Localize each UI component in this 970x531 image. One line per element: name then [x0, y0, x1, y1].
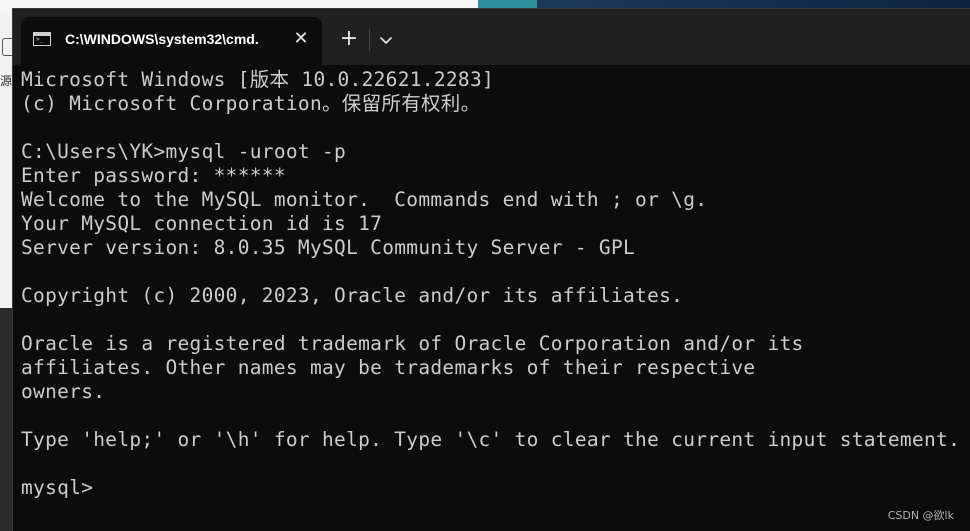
tab-cmd[interactable]: >_ C:\WINDOWS\system32\cmd. ✕	[21, 17, 322, 65]
new-tab-button[interactable]: +	[337, 27, 361, 51]
terminal-icon: >_	[33, 32, 51, 46]
chevron-down-icon[interactable]	[375, 29, 397, 51]
console-line: (c) Microsoft Corporation。保留所有权利。	[21, 92, 481, 115]
console-line: Enter password: ******	[21, 164, 286, 187]
console-line: Microsoft Windows [版本 10.0.22621.2283]	[21, 68, 495, 91]
console-line: C:\Users\YK>mysql -uroot -p	[21, 140, 347, 163]
tab-title: C:\WINDOWS\system32\cmd.	[65, 31, 259, 47]
background-text-fragment: 源	[0, 74, 12, 88]
console-line: owners.	[21, 380, 106, 403]
console-line: Copyright (c) 2000, 2023, Oracle and/or …	[21, 284, 684, 307]
tabbar-divider	[369, 29, 370, 51]
console-line: Type 'help;' or '\h' for help. Type '\c'…	[21, 428, 961, 451]
background-window-edge: 源	[0, 12, 13, 531]
console-prompt[interactable]: mysql>	[21, 476, 970, 500]
console-line: Server version: 8.0.35 MySQL Community S…	[21, 236, 636, 259]
console-line: Your MySQL connection id is 17	[21, 212, 383, 235]
console-output[interactable]: Microsoft Windows [版本 10.0.22621.2283] (…	[13, 65, 970, 531]
close-icon[interactable]: ✕	[289, 27, 313, 51]
watermark: CSDN @欲lk	[887, 509, 954, 522]
desktop: 源 >_ C:\WINDOWS\system32\cmd. ✕ + Micros…	[0, 0, 970, 531]
console-line: Welcome to the MySQL monitor. Commands e…	[21, 188, 708, 211]
tab-bar: >_ C:\WINDOWS\system32\cmd. ✕ +	[13, 9, 970, 65]
background-dark-panel	[0, 308, 12, 531]
terminal-window: >_ C:\WINDOWS\system32\cmd. ✕ + Microsof…	[12, 8, 970, 531]
console-line: affiliates. Other names may be trademark…	[21, 356, 756, 379]
console-line: Oracle is a registered trademark of Orac…	[21, 332, 804, 355]
